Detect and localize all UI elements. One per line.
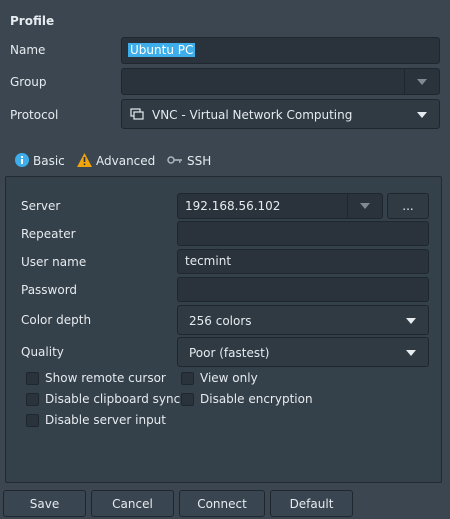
protocol-select-value: VNC - Virtual Network Computing [152, 108, 353, 122]
username-label: User name [21, 255, 87, 269]
view-only-label: View only [200, 371, 258, 385]
connect-button-label: Connect [197, 496, 247, 511]
default-button-label: Default [289, 496, 334, 511]
view-only-checkbox[interactable]: View only [181, 371, 258, 385]
tab-advanced[interactable]: Advanced [77, 148, 155, 174]
tab-basic-label: Basic [33, 154, 65, 168]
checkbox-box[interactable] [26, 413, 39, 427]
cancel-button-label: Cancel [112, 496, 153, 511]
warning-icon [77, 152, 92, 170]
checkbox-box[interactable] [26, 392, 39, 406]
name-field-value: Ubuntu PC [128, 43, 196, 57]
profile-section-title: Profile [10, 14, 55, 28]
save-button[interactable]: Save [3, 490, 86, 517]
checkbox-box[interactable] [26, 371, 39, 385]
chevron-down-icon [417, 112, 427, 118]
server-label: Server [21, 199, 61, 213]
server-combo[interactable]: 192.168.56.102 [177, 193, 383, 219]
name-label: Name [10, 43, 46, 57]
checkbox-box[interactable] [181, 371, 194, 385]
protocol-label: Protocol [10, 108, 59, 122]
chevron-down-icon [406, 350, 416, 356]
tab-ssh-label: SSH [187, 154, 212, 168]
chevron-down-icon [406, 318, 416, 324]
key-icon [167, 154, 183, 168]
save-button-label: Save [29, 496, 60, 511]
info-icon [15, 152, 29, 170]
tab-advanced-label: Advanced [96, 154, 156, 168]
protocol-select[interactable]: VNC - Virtual Network Computing [121, 99, 440, 129]
connect-button[interactable]: Connect [179, 490, 265, 517]
disable-server-input-label: Disable server input [45, 413, 166, 427]
color-depth-select-value: 256 colors [189, 314, 252, 328]
server-combo-value: 192.168.56.102 [185, 199, 281, 213]
color-depth-select[interactable]: 256 colors [177, 305, 429, 335]
show-remote-cursor-checkbox[interactable]: Show remote cursor [26, 371, 166, 385]
quality-select[interactable]: Poor (fastest) [177, 337, 429, 367]
disable-encryption-label: Disable encryption [200, 392, 313, 406]
disable-clipboard-sync-label: Disable clipboard sync [45, 392, 181, 406]
tab-basic[interactable]: Basic [15, 148, 65, 174]
username-field-value: tecmint [185, 254, 232, 268]
monitor-icon [130, 108, 144, 123]
tab-ssh[interactable]: SSH [167, 148, 211, 174]
quality-select-value: Poor (fastest) [189, 346, 270, 360]
group-combo[interactable] [121, 68, 440, 95]
tab-bar: Basic Advanced SSH [10, 148, 440, 174]
chevron-down-icon [417, 78, 427, 85]
browse-server-label: ... [402, 199, 414, 213]
repeater-label: Repeater [21, 227, 76, 241]
name-field[interactable]: Ubuntu PC [121, 37, 440, 64]
default-button[interactable]: Default [270, 490, 353, 517]
disable-encryption-checkbox[interactable]: Disable encryption [181, 392, 313, 406]
password-field[interactable] [177, 277, 429, 302]
cancel-button[interactable]: Cancel [91, 490, 174, 517]
group-label: Group [10, 75, 47, 89]
chevron-down-icon [360, 203, 370, 209]
disable-server-input-checkbox[interactable]: Disable server input [26, 413, 166, 427]
password-label: Password [21, 283, 78, 297]
show-remote-cursor-label: Show remote cursor [45, 371, 166, 385]
disable-clipboard-sync-checkbox[interactable]: Disable clipboard sync [26, 392, 180, 406]
quality-label: Quality [21, 345, 64, 359]
basic-panel: Server 192.168.56.102 ... Repeater User … [5, 176, 442, 483]
username-field[interactable]: tecmint [177, 249, 429, 274]
browse-server-button[interactable]: ... [387, 193, 429, 219]
checkbox-box[interactable] [181, 392, 194, 406]
server-combo-button[interactable] [347, 194, 382, 218]
group-combo-button[interactable] [404, 69, 439, 94]
repeater-field[interactable] [177, 221, 429, 246]
color-depth-label: Color depth [21, 313, 92, 327]
